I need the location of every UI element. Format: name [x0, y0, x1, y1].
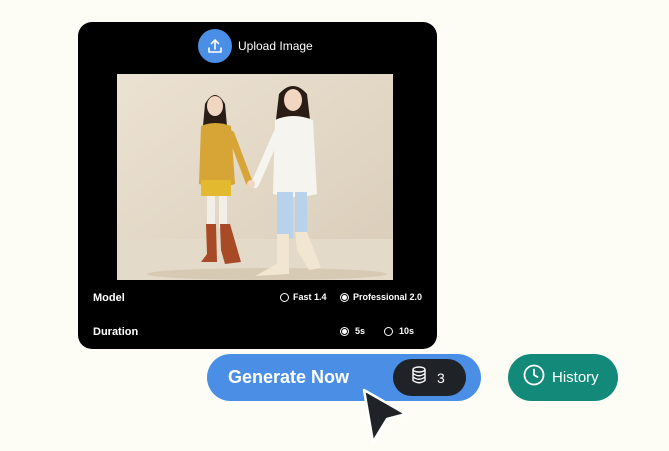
- history-label: History: [552, 369, 599, 386]
- history-button[interactable]: History: [508, 354, 618, 401]
- credit-count: 3: [437, 369, 445, 386]
- upload-image-button[interactable]: Upload Image: [198, 29, 313, 63]
- database-icon: [411, 366, 427, 389]
- generate-now-button[interactable]: Generate Now 3: [207, 354, 481, 401]
- mouse-cursor-icon: [360, 388, 412, 451]
- upload-icon: [198, 29, 232, 63]
- model-label: Model: [93, 292, 125, 304]
- radio-5s[interactable]: [340, 326, 349, 336]
- uploaded-photo: [117, 74, 393, 280]
- generate-label: Generate Now: [228, 367, 350, 387]
- duration-option-10s[interactable]: 10s: [384, 326, 414, 336]
- generation-card: Upload Image Model Fast 1.4 Professional…: [78, 22, 437, 349]
- model-option-fast[interactable]: Fast 1.4: [280, 292, 327, 302]
- duration-label: Duration: [93, 326, 139, 338]
- radio-fast[interactable]: [280, 292, 289, 302]
- duration-option-5s[interactable]: 5s: [340, 326, 365, 336]
- model-option-professional[interactable]: Professional 2.0: [340, 292, 422, 302]
- radio-10s[interactable]: [384, 326, 393, 336]
- radio-professional[interactable]: [340, 292, 349, 302]
- upload-label: Upload Image: [238, 39, 313, 53]
- clock-icon: [522, 363, 546, 392]
